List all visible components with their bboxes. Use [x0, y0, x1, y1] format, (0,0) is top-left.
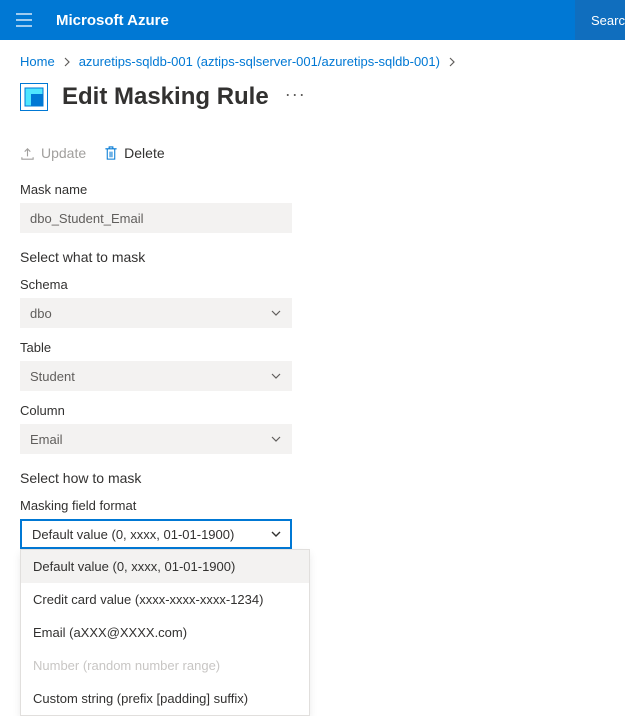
masking-format-field: Masking field format Default value (0, x…: [0, 488, 625, 551]
schema-value: dbo: [30, 306, 52, 321]
command-bar: Update Delete: [0, 117, 625, 172]
masking-format-select[interactable]: Default value (0, xxxx, 01-01-1900): [20, 519, 292, 549]
chevron-right-icon: [448, 57, 456, 67]
masking-format-dropdown: Default value (0, xxxx, 01-01-1900) Cred…: [20, 549, 310, 716]
chevron-down-icon: [270, 433, 282, 445]
more-button[interactable]: ···: [285, 84, 306, 111]
update-button: Update: [20, 145, 86, 161]
masking-format-label: Masking field format: [20, 498, 605, 513]
breadcrumb: Home azuretips-sqldb-001 (aztips-sqlserv…: [0, 40, 625, 75]
select-how-label: Select how to mask: [0, 456, 625, 488]
top-bar: Microsoft Azure Search: [0, 0, 625, 40]
mask-name-field: Mask name dbo_Student_Email: [0, 172, 625, 235]
masking-format-value: Default value (0, xxxx, 01-01-1900): [32, 527, 234, 542]
search-box[interactable]: Search: [575, 0, 625, 40]
page-header: Edit Masking Rule ···: [0, 75, 625, 117]
chevron-down-icon: [270, 528, 282, 540]
option-custom[interactable]: Custom string (prefix [padding] suffix): [21, 682, 309, 715]
option-creditcard[interactable]: Credit card value (xxxx-xxxx-xxxx-1234): [21, 583, 309, 616]
chevron-down-icon: [270, 307, 282, 319]
update-label: Update: [41, 145, 86, 161]
schema-label: Schema: [20, 277, 605, 292]
mask-name-input: dbo_Student_Email: [20, 203, 292, 233]
breadcrumb-home[interactable]: Home: [20, 54, 55, 69]
option-number: Number (random number range): [21, 649, 309, 682]
schema-field: Schema dbo: [0, 267, 625, 330]
option-email[interactable]: Email (aXXX@XXXX.com): [21, 616, 309, 649]
column-label: Column: [20, 403, 605, 418]
column-value: Email: [30, 432, 63, 447]
search-label: Search: [591, 13, 625, 28]
table-label: Table: [20, 340, 605, 355]
chevron-right-icon: [63, 57, 71, 67]
menu-button[interactable]: [0, 0, 48, 40]
mask-name-label: Mask name: [20, 182, 605, 197]
column-select: Email: [20, 424, 292, 454]
delete-label: Delete: [124, 145, 164, 161]
breadcrumb-resource[interactable]: azuretips-sqldb-001 (aztips-sqlserver-00…: [79, 54, 440, 69]
table-select: Student: [20, 361, 292, 391]
table-field: Table Student: [0, 330, 625, 393]
option-default[interactable]: Default value (0, xxxx, 01-01-1900): [21, 550, 309, 583]
brand-label: Microsoft Azure: [48, 12, 169, 29]
chevron-down-icon: [270, 370, 282, 382]
table-value: Student: [30, 369, 75, 384]
delete-button[interactable]: Delete: [104, 145, 164, 161]
resource-icon: [20, 83, 48, 111]
hamburger-icon: [16, 13, 32, 27]
schema-select: dbo: [20, 298, 292, 328]
page-title: Edit Masking Rule: [62, 83, 269, 111]
column-field: Column Email: [0, 393, 625, 456]
upload-icon: [20, 146, 35, 161]
select-what-label: Select what to mask: [0, 235, 625, 267]
trash-icon: [104, 146, 118, 161]
